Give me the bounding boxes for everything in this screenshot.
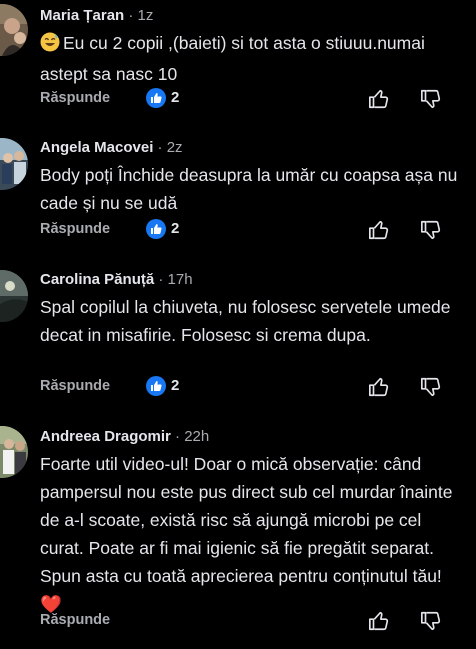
grinning-sweat-emoji xyxy=(40,32,60,60)
avatar[interactable] xyxy=(0,270,28,322)
thumbs-down-icon[interactable] xyxy=(420,376,442,398)
comment-time[interactable]: · 22h xyxy=(175,428,209,445)
comment-header: Angela Macovei · 2z xyxy=(40,138,462,158)
comment-text: Body poți Închide deasupra la umăr cu co… xyxy=(40,165,458,213)
comment-time[interactable]: · 2z xyxy=(158,139,183,156)
reply-button[interactable]: Răspunde xyxy=(40,221,110,237)
comment-time[interactable]: · 1z xyxy=(128,7,153,24)
reply-button[interactable]: Răspunde xyxy=(40,612,110,628)
comment-text: Eu cu 2 copii ,(baieti) si tot asta o st… xyxy=(40,32,425,84)
reaction-count: 2 xyxy=(171,377,180,394)
avatar[interactable] xyxy=(0,426,28,478)
comment-author[interactable]: Maria Țaran xyxy=(40,7,124,24)
comment-author[interactable]: Carolina Pănuță xyxy=(40,271,154,288)
thumbs-up-icon[interactable] xyxy=(368,610,390,632)
comment-header: Maria Țaran · 1z xyxy=(40,6,462,26)
reaction-count: 2 xyxy=(171,89,180,106)
comment-author[interactable]: Andreea Dragomir xyxy=(40,428,171,445)
avatar[interactable] xyxy=(0,4,28,56)
like-reaction-icon xyxy=(146,88,166,108)
comment-text: Spal copilul la chiuveta, nu folosesc se… xyxy=(40,297,451,345)
reply-button[interactable]: Răspunde xyxy=(40,90,110,106)
comment-text: Foarte util video-ul! Doar o mică observ… xyxy=(40,454,453,614)
thumbs-down-icon[interactable] xyxy=(420,88,442,110)
comment-time[interactable]: · 17h xyxy=(158,271,192,288)
like-reaction-icon xyxy=(146,376,166,396)
thumbs-down-icon[interactable] xyxy=(420,219,442,241)
avatar[interactable] xyxy=(0,138,28,190)
thumbs-up-icon[interactable] xyxy=(368,376,390,398)
reply-button[interactable]: Răspunde xyxy=(40,378,110,394)
comment-author[interactable]: Angela Macovei xyxy=(40,139,153,156)
comment-header: Carolina Pănuță · 17h xyxy=(40,270,462,290)
like-reaction-icon xyxy=(146,219,166,239)
thumbs-up-icon[interactable] xyxy=(368,219,390,241)
reaction-count: 2 xyxy=(171,220,180,237)
thumbs-up-icon[interactable] xyxy=(368,88,390,110)
comment-header: Andreea Dragomir · 22h xyxy=(40,427,462,447)
thumbs-down-icon[interactable] xyxy=(420,610,442,632)
